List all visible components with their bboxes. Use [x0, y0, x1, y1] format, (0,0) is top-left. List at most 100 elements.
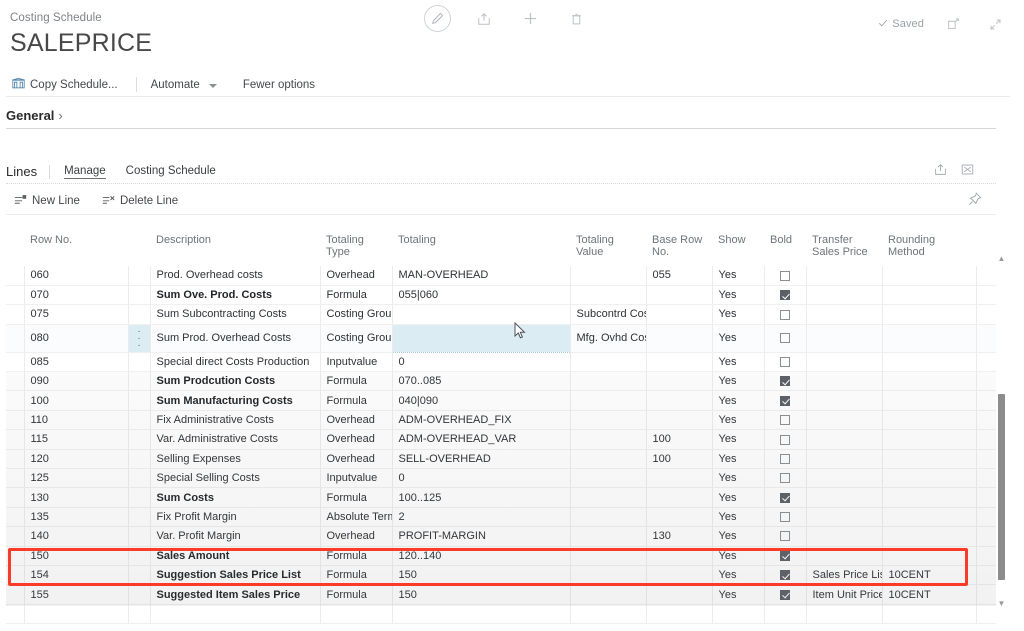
cell-totaling-value[interactable] — [570, 285, 647, 306]
cell-bold[interactable] — [764, 584, 807, 605]
cell-description[interactable]: Fix Profit Margin — [150, 507, 321, 528]
cell-row-no[interactable]: 125 — [24, 468, 129, 489]
row-drag-handle[interactable] — [128, 449, 151, 470]
table-row[interactable]: 075 Sum Subcontracting Costs Costing Group… — [6, 304, 996, 325]
breadcrumb[interactable]: Costing Schedule — [10, 12, 102, 24]
cell-show[interactable]: Yes — [712, 352, 765, 373]
cell-totaling-type[interactable]: Formula — [320, 546, 393, 566]
cell-totaling[interactable]: 100..125 — [392, 487, 571, 508]
th-description[interactable]: Description — [150, 228, 320, 266]
bold-checkbox[interactable] — [780, 589, 790, 600]
cell-show[interactable]: Yes — [712, 584, 765, 605]
cell-rounding-method[interactable] — [882, 507, 977, 528]
cell-totaling-value[interactable] — [570, 449, 647, 470]
cell-show[interactable]: Yes — [712, 468, 765, 489]
cell-rounding-method[interactable] — [882, 410, 977, 431]
cell-description[interactable]: Selling Expenses — [150, 449, 321, 470]
cell-totaling-type[interactable]: Formula — [320, 371, 393, 392]
row-drag-handle[interactable] — [128, 468, 151, 489]
bold-checkbox[interactable] — [780, 492, 790, 503]
scrollbar-thumb[interactable] — [998, 394, 1005, 580]
cell-bold[interactable] — [764, 324, 807, 353]
cell-totaling-value[interactable] — [570, 565, 647, 586]
cell-transfer-sales-price[interactable]: Item Unit Price — [806, 584, 883, 605]
cell-transfer-sales-price[interactable] — [806, 371, 883, 392]
table-row[interactable]: 085 Special direct Costs Production Inputv… — [6, 352, 996, 373]
bold-checkbox[interactable] — [780, 531, 790, 542]
th-transfer-sales-price[interactable]: Transfer Sales Price — [806, 228, 882, 266]
cell-bold[interactable] — [764, 429, 807, 450]
cell-transfer-sales-price[interactable] — [806, 285, 883, 306]
row-drag-handle[interactable] — [128, 429, 151, 450]
cell-totaling-type[interactable]: Formula — [320, 285, 393, 306]
cell-totaling-value[interactable] — [570, 352, 647, 373]
cell-show[interactable]: Yes — [712, 266, 765, 286]
table-row[interactable]: 110 Fix Administrative Costs Overhead ADM-O… — [6, 410, 996, 431]
cell-totaling[interactable]: 2 — [392, 507, 571, 528]
cell-base-row-no[interactable] — [646, 371, 713, 392]
cell-totaling-value[interactable] — [570, 487, 647, 508]
cell-totaling-type[interactable]: Formula — [320, 487, 393, 508]
th-totaling[interactable]: Totaling — [392, 228, 570, 266]
cell-totaling-type[interactable]: Costing Group — [320, 324, 393, 353]
bold-checkbox[interactable] — [780, 270, 790, 281]
table-row[interactable]: 090 Sum Prodcution Costs Formula 070..085 Ye… — [6, 371, 996, 392]
plus-icon[interactable] — [517, 6, 543, 32]
cell-base-row-no[interactable] — [646, 285, 713, 306]
cell-transfer-sales-price[interactable] — [806, 546, 883, 566]
cell-transfer-sales-price[interactable] — [806, 410, 883, 431]
cell-transfer-sales-price[interactable] — [806, 324, 883, 353]
row-drag-handle[interactable] — [128, 546, 151, 566]
th-row-no[interactable]: Row No. — [24, 228, 128, 266]
cell-bold[interactable] — [764, 565, 807, 586]
cell-totaling[interactable]: SELL-OVERHEAD — [392, 449, 571, 470]
cell-transfer-sales-price[interactable] — [806, 468, 883, 489]
cell-description[interactable]: Sum Manufacturing Costs — [150, 390, 321, 411]
cell-blank[interactable] — [806, 604, 883, 625]
cell-base-row-no[interactable] — [646, 468, 713, 489]
cell-bold[interactable] — [764, 449, 807, 470]
th-totaling-value[interactable]: Totaling Value — [570, 228, 646, 266]
cell-totaling-type[interactable]: Overhead — [320, 449, 393, 470]
cell-bold[interactable] — [764, 285, 807, 306]
cell-totaling-type[interactable]: Costing Group — [320, 304, 393, 325]
cell-bold[interactable] — [764, 390, 807, 411]
open-in-excel-icon[interactable] — [961, 163, 974, 181]
cell-totaling[interactable]: 150 — [392, 584, 571, 605]
cell-base-row-no[interactable]: 055 — [646, 266, 713, 286]
cell-totaling-value[interactable] — [570, 266, 647, 286]
cell-totaling-type[interactable]: Overhead — [320, 410, 393, 431]
bold-checkbox[interactable] — [780, 376, 790, 387]
cell-blank[interactable] — [6, 604, 25, 625]
row-drag-handle[interactable] — [128, 526, 151, 547]
fewer-options-button[interactable]: Fewer options — [241, 77, 321, 93]
cell-description[interactable]: Special direct Costs Production — [150, 352, 321, 373]
cell-rounding-method[interactable] — [882, 371, 977, 392]
bold-checkbox[interactable] — [780, 434, 790, 445]
cell-base-row-no[interactable]: 130 — [646, 526, 713, 547]
cell-blank[interactable] — [976, 604, 996, 625]
cell-description[interactable]: Sum Ove. Prod. Costs — [150, 285, 321, 306]
cell-row-no[interactable]: 140 — [24, 526, 129, 547]
cell-bold[interactable] — [764, 526, 807, 547]
cell-totaling[interactable]: 0 — [392, 352, 571, 373]
row-drag-handle[interactable]: · · · — [128, 324, 151, 353]
cell-totaling[interactable]: 150 — [392, 565, 571, 586]
cell-description[interactable]: Sum Costs — [150, 487, 321, 508]
cell-blank[interactable] — [764, 604, 807, 625]
cell-totaling-value[interactable] — [570, 507, 647, 528]
cell-base-row-no[interactable] — [646, 352, 713, 373]
cell-totaling-type[interactable]: Overhead — [320, 266, 393, 286]
cell-blank[interactable] — [320, 604, 393, 625]
cell-bold[interactable] — [764, 468, 807, 489]
cell-totaling-type[interactable]: Formula — [320, 584, 393, 605]
cell-base-row-no[interactable] — [646, 390, 713, 411]
share-icon[interactable] — [934, 163, 947, 181]
row-drag-handle[interactable] — [128, 371, 151, 392]
cell-blank[interactable] — [24, 604, 129, 625]
bold-checkbox[interactable] — [780, 415, 790, 426]
cell-show[interactable]: Yes — [712, 390, 765, 411]
cell-totaling-value[interactable] — [570, 429, 647, 450]
cell-show[interactable]: Yes — [712, 429, 765, 450]
cell-totaling[interactable]: ADM-OVERHEAD_FIX — [392, 410, 571, 431]
